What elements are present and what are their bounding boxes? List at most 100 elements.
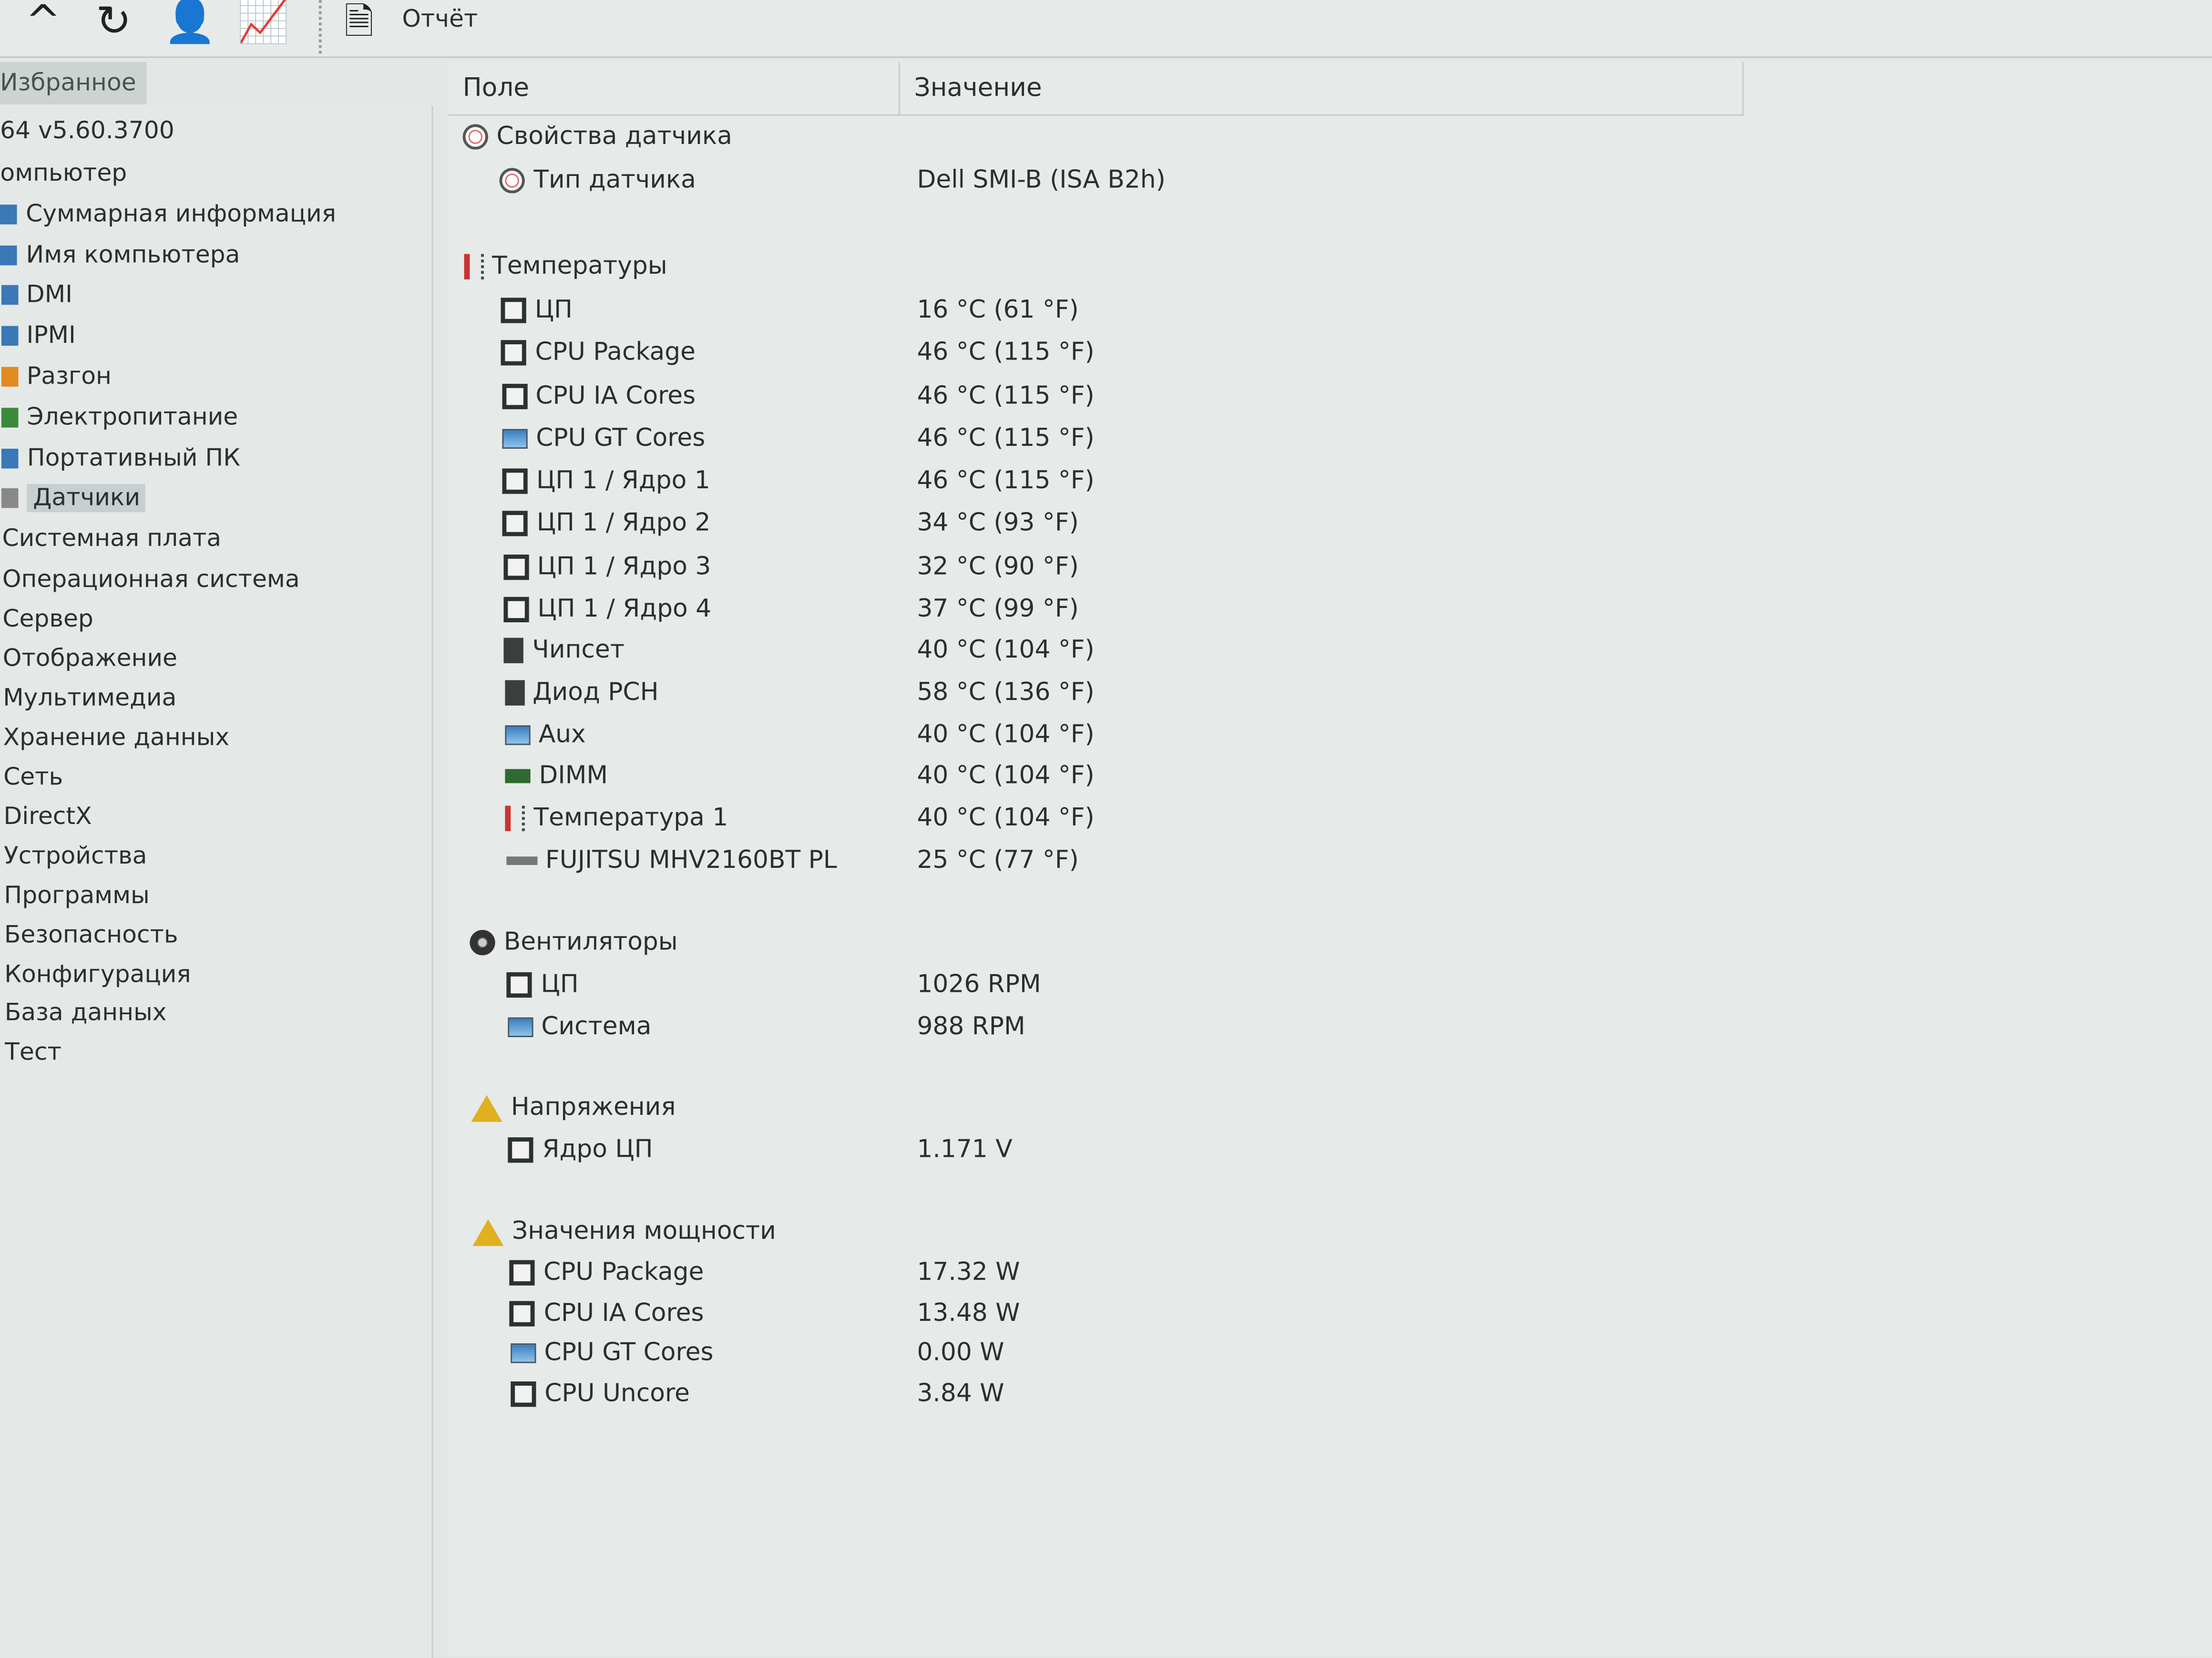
sensor-row[interactable]: ЦП <box>501 296 573 325</box>
sensor-row[interactable]: ЦП 1 / Ядро 4 <box>503 596 711 624</box>
sensor-row[interactable]: CPU Uncore <box>511 1380 690 1408</box>
warning-icon <box>472 1218 504 1246</box>
group-header[interactable]: Вентиляторы <box>470 928 678 957</box>
sensor-row[interactable]: Тип датчика <box>500 166 696 195</box>
sidebar-item[interactable]: Операционная система <box>2 566 300 594</box>
sensor-row[interactable]: FUJITSU MHV2160BT PL <box>506 847 837 875</box>
sensor-row[interactable]: CPU GT Cores <box>510 1339 713 1367</box>
field-label: ЦП 1 / Ядро 3 <box>537 553 711 582</box>
sensor-row[interactable]: ЦП 1 / Ядро 3 <box>503 553 711 581</box>
sensor-row[interactable]: DIMM <box>505 762 608 790</box>
field-value: 40 °C (104 °F) <box>917 762 1095 791</box>
field-value: 40 °C (104 °F) <box>917 721 1095 750</box>
field-label: ЦП 1 / Ядро 4 <box>537 595 712 624</box>
group-header[interactable]: Свойства датчика <box>462 123 732 151</box>
cpu-icon <box>501 340 527 366</box>
cpu-icon <box>502 468 528 494</box>
sidebar-item[interactable]: Отображение <box>3 645 177 673</box>
sensor-row[interactable]: Aux <box>504 721 586 749</box>
sensor-row[interactable]: Температура 1 <box>505 804 728 833</box>
cpu-icon <box>501 298 527 323</box>
sidebar-item[interactable]: Портативный ПК <box>1 444 240 473</box>
sidebar-item[interactable]: Хранение данных <box>3 724 229 752</box>
sidebar-item[interactable]: Тест <box>5 1039 61 1067</box>
refresh-icon[interactable]: ↻ <box>96 0 131 45</box>
memory-icon <box>505 769 531 783</box>
chart-icon[interactable]: 📈 <box>237 0 290 45</box>
sidebar-item-label: Портативный ПК <box>27 444 240 473</box>
sensor-row[interactable]: Ядро ЦП <box>508 1136 653 1164</box>
field-value: Dell SMI-B (ISA B2h) <box>917 166 1166 195</box>
sensor-row[interactable]: CPU IA Cores <box>510 1299 704 1328</box>
field-label: Диод PCH <box>533 679 659 707</box>
sensor-row[interactable]: CPU GT Cores <box>502 425 705 453</box>
field-label: Свойства датчика <box>496 123 732 151</box>
field-value: 40 °C (104 °F) <box>917 804 1095 833</box>
sidebar-item[interactable]: Конфигурация <box>4 961 191 989</box>
field-label: Значения мощности <box>512 1217 776 1246</box>
field-label: Чипсет <box>532 636 625 665</box>
chip-icon <box>504 680 524 706</box>
sidebar-item[interactable]: База данных <box>5 999 167 1027</box>
sidebar-item[interactable]: Мультимедиа <box>3 684 176 712</box>
sidebar-item[interactable]: DirectX <box>4 803 92 831</box>
sensor-row[interactable]: ЦП <box>507 971 579 999</box>
thermometer-icon <box>505 805 525 831</box>
field-value: 58 °C (136 °F) <box>917 679 1095 707</box>
field-value: 1026 RPM <box>917 970 1041 999</box>
sidebar-item[interactable]: Системная плата <box>2 525 221 553</box>
sidebar-item-label: Устройства <box>3 842 147 871</box>
sidebar-item-label: База данных <box>4 999 167 1028</box>
monitor-icon <box>1 326 18 346</box>
sidebar-item[interactable]: IPMI <box>1 322 76 350</box>
column-header-field[interactable]: Поле <box>449 62 900 116</box>
sidebar-item[interactable]: омпьютер <box>0 159 127 187</box>
sensor-row[interactable]: CPU IA Cores <box>502 382 696 411</box>
report-button[interactable]: Отчёт <box>402 6 478 34</box>
report-icon[interactable]: 🗎 <box>344 0 374 45</box>
sidebar-item-label: Тест <box>5 1038 61 1067</box>
sidebar-item[interactable]: Устройства <box>4 843 147 871</box>
group-header[interactable]: Напряжения <box>471 1093 676 1122</box>
cpu-icon <box>503 597 529 623</box>
sensor-row[interactable]: Чипсет <box>504 637 625 665</box>
sidebar-item[interactable]: Суммарная информация <box>0 200 336 228</box>
sidebar-item[interactable]: Разгон <box>1 363 112 391</box>
sidebar-item[interactable]: Программы <box>4 882 149 910</box>
field-value: 17.32 W <box>917 1258 1020 1287</box>
up-arrow-icon[interactable]: ^ <box>25 0 61 45</box>
sensor-row[interactable]: Диод PCH <box>504 679 659 707</box>
sidebar-item[interactable]: DMI <box>0 281 72 309</box>
sidebar-item[interactable]: Сеть <box>3 763 63 792</box>
sidebar-item[interactable]: Сервер <box>2 605 93 633</box>
sidebar-item[interactable]: Имя компьютера <box>0 241 240 269</box>
sensor-row[interactable]: CPU Package <box>501 339 696 367</box>
field-label: Ядро ЦП <box>542 1136 653 1164</box>
field-label: CPU IA Cores <box>543 1299 704 1328</box>
sidebar-item[interactable]: Безопасность <box>4 921 178 949</box>
sidebar-item-label: Мультимедиа <box>3 684 177 713</box>
field-label: CPU GT Cores <box>544 1339 714 1368</box>
sensor-row[interactable]: Система <box>507 1013 651 1041</box>
hdd-icon <box>506 856 537 865</box>
sidebar-item[interactable]: Датчики <box>1 484 146 513</box>
group-header[interactable]: Температуры <box>463 253 667 281</box>
users-icon[interactable]: 👤 <box>164 0 216 45</box>
sensor-row[interactable]: ЦП 1 / Ядро 2 <box>502 509 711 537</box>
group-header[interactable]: Значения мощности <box>472 1218 776 1246</box>
sidebar-item-label: Операционная система <box>2 566 300 594</box>
sidebar-item-label: Суммарная информация <box>26 200 336 229</box>
sidebar-item[interactable]: Электропитание <box>1 403 238 432</box>
sensor-row[interactable]: ЦП 1 / Ядро 1 <box>502 467 710 495</box>
sidebar-item[interactable]: 64 v5.60.3700 <box>0 117 174 145</box>
sidebar-item-label: 64 v5.60.3700 <box>0 117 174 145</box>
sensor-row[interactable]: CPU Package <box>509 1259 704 1287</box>
sidebar-item-label: Имя компьютера <box>26 241 240 270</box>
cpu-icon <box>511 1381 536 1407</box>
thermometer-icon <box>463 254 484 279</box>
favorites-tab[interactable]: Избранное <box>0 62 147 104</box>
field-value: 0.00 W <box>917 1339 1004 1368</box>
sidebar-item-label: DirectX <box>3 803 92 831</box>
monitor-icon <box>0 205 18 225</box>
column-header-value[interactable]: Значение <box>900 62 1744 116</box>
